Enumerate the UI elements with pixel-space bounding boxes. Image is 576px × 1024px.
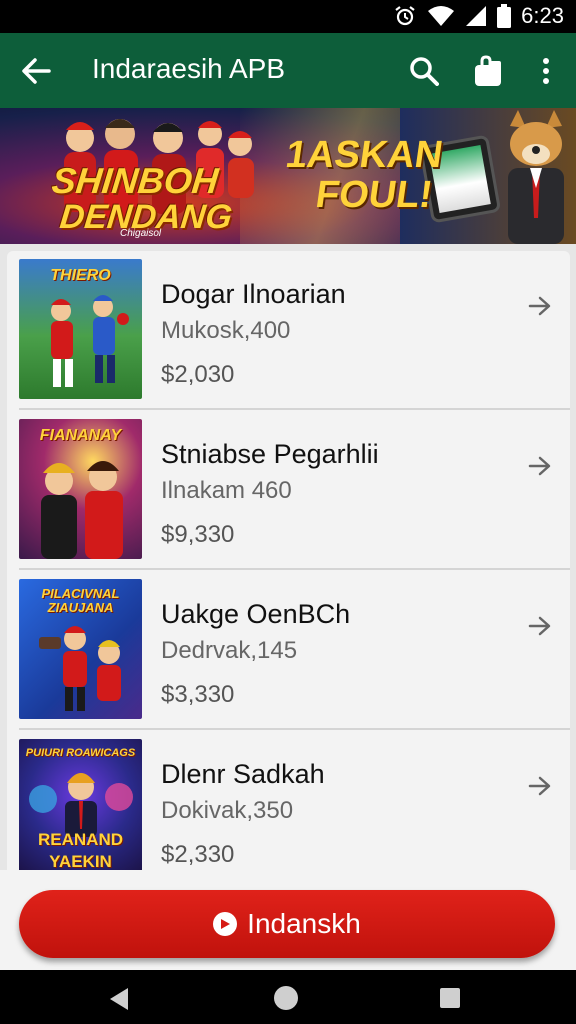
thumbnail-players-art — [41, 461, 123, 559]
banner-title-line1: SHINBOH — [49, 160, 221, 201]
thumbnail-players-art — [51, 295, 129, 387]
item-open-button[interactable] — [525, 451, 555, 481]
list-item[interactable]: FIANANAY Stniabse Pegarhlii Ilnakam 460 … — [7, 411, 570, 570]
status-icons: 6:23 — [393, 3, 564, 28]
more-vert-icon — [543, 58, 549, 84]
primary-action-button[interactable]: Indanskh — [19, 890, 555, 958]
signal-icon — [466, 6, 487, 26]
list-item[interactable]: THIERO Dogar Ilnoarian Mukosk,400 $2,030 — [7, 251, 570, 410]
search-icon — [410, 57, 439, 86]
thumbnail-players-art — [39, 626, 121, 711]
shopping-bag-button[interactable] — [468, 51, 508, 91]
item-open-button[interactable] — [525, 291, 555, 321]
status-bar: 6:23 — [0, 0, 576, 33]
chevron-right-arrow-icon — [528, 616, 551, 636]
search-button[interactable] — [404, 51, 444, 91]
chevron-right-arrow-icon — [528, 776, 551, 796]
item-subtitle: Dokivak,350 — [161, 797, 294, 824]
banner-promo-line1: 1ASKAN — [283, 134, 446, 176]
nav-recents-icon[interactable] — [440, 988, 460, 1008]
item-subtitle: Mukosk,400 — [161, 317, 291, 344]
wifi-icon — [428, 6, 455, 26]
item-title: Uakge OenBCh — [161, 599, 351, 629]
item-thumbnail: PILACIVNAL ZIAUJANA — [19, 579, 142, 719]
item-open-button[interactable] — [525, 771, 555, 801]
back-button[interactable] — [16, 53, 56, 89]
list-divider — [19, 728, 570, 730]
item-title: Stniabse Pegarhlii — [161, 439, 379, 469]
item-thumbnail: PUIURI ROAWICAGS REANAND YAEKIN — [19, 739, 142, 879]
system-nav-bar — [0, 970, 576, 1024]
item-title: Dogar Ilnoarian — [161, 279, 346, 309]
banner-subtitle: Chigaisol — [120, 228, 162, 239]
more-options-button[interactable] — [528, 51, 564, 91]
play-circle-icon — [213, 912, 238, 936]
list-divider — [19, 408, 570, 410]
list-item[interactable]: PUIURI ROAWICAGS REANAND YAEKIN Dlenr Sa… — [7, 731, 570, 890]
chevron-right-arrow-icon — [528, 296, 551, 316]
game-list-container: THIERO Dogar Ilnoarian Mukosk,400 $2,030… — [0, 244, 576, 971]
item-title: Dlenr Sadkah — [161, 759, 325, 789]
app-bar: Indaraesih APB — [0, 33, 576, 108]
banner-dog-illustration — [508, 110, 564, 244]
thumbnail-label-bottom: REANAND YAEKIN — [38, 830, 123, 871]
shopping-bag-icon — [475, 55, 501, 86]
item-thumbnail: FIANANAY — [19, 419, 142, 559]
item-open-button[interactable] — [525, 611, 555, 641]
primary-action-label: Indanskh — [247, 908, 361, 939]
list-item[interactable]: PILACIVNAL ZIAUJANA Uakge OenBCh Dedrvak… — [7, 571, 570, 730]
status-time: 6:23 — [521, 3, 564, 28]
game-list: THIERO Dogar Ilnoarian Mukosk,400 $2,030… — [7, 251, 570, 971]
nav-back-icon[interactable] — [106, 986, 132, 1012]
item-price: $2,330 — [161, 841, 235, 868]
item-price: $3,330 — [161, 681, 235, 708]
back-arrow-icon — [22, 58, 51, 84]
banner-promo-line2: FOUL! — [313, 174, 436, 216]
app-title: Indaraesih APB — [92, 53, 286, 84]
nav-home-icon[interactable] — [274, 986, 298, 1010]
battery-icon — [497, 4, 512, 28]
item-thumbnail: THIERO — [19, 259, 142, 399]
item-subtitle: Dedrvak,145 — [161, 637, 298, 664]
item-subtitle: Ilnakam 460 — [161, 477, 292, 504]
chevron-right-arrow-icon — [528, 456, 551, 476]
list-divider — [19, 568, 570, 570]
alarm-icon — [395, 6, 415, 26]
item-price: $2,030 — [161, 361, 235, 388]
item-price: $9,330 — [161, 521, 235, 548]
